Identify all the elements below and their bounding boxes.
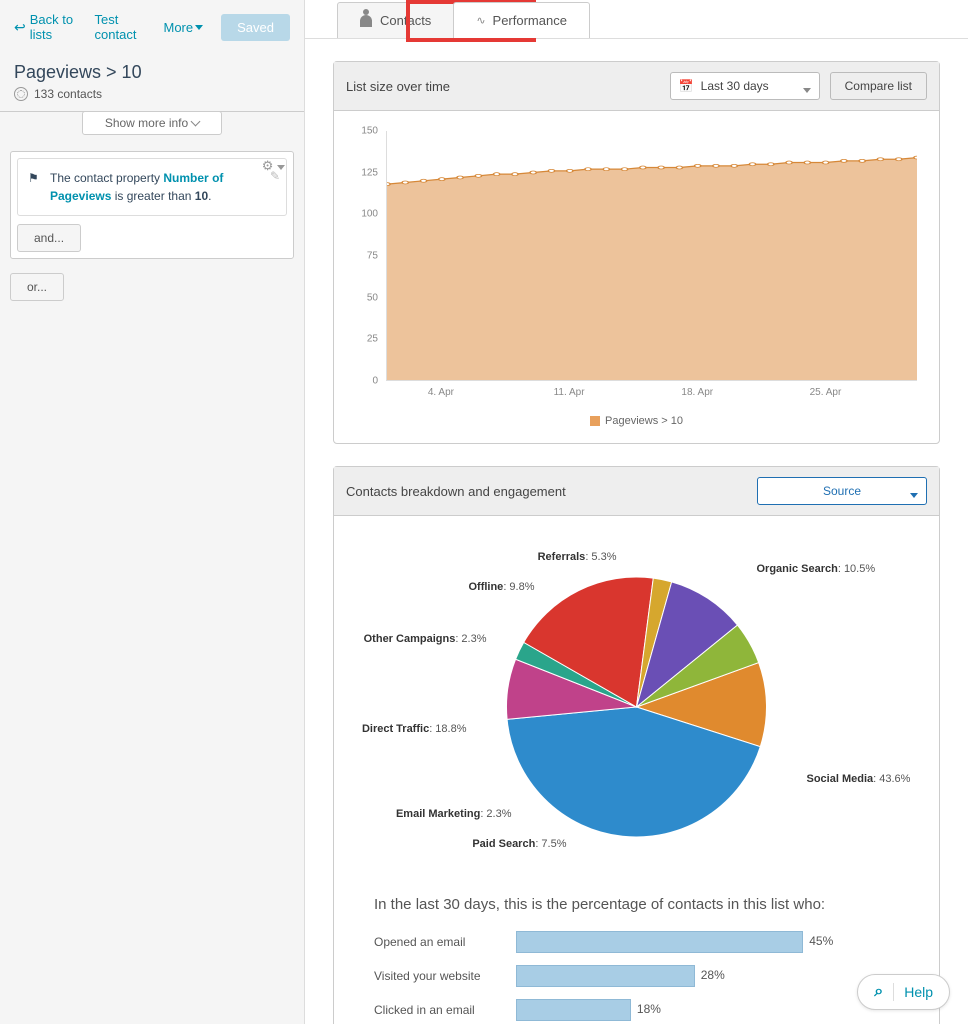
svg-text:Offline: 9.8%: Offline: 9.8% bbox=[468, 581, 534, 593]
pie-chart: Social Media: 43.6% Organic Search: 10.5%… bbox=[334, 516, 939, 878]
filter-rule[interactable]: ✎ ⚑ The contact property Number of Pagev… bbox=[17, 158, 287, 216]
engagement-label: Visited your website bbox=[374, 969, 504, 983]
panel-breakdown: Contacts breakdown and engagement Source… bbox=[333, 466, 940, 1024]
caret-down-icon bbox=[803, 82, 811, 96]
and-button[interactable]: and... bbox=[17, 224, 81, 252]
engagement-row: Clicked in an email 18% bbox=[334, 993, 939, 1024]
tab-performance[interactable]: ∿ Performance bbox=[453, 2, 590, 38]
chevron-down-icon bbox=[191, 117, 201, 127]
tabs-row: Contacts ∿ Performance bbox=[305, 0, 968, 39]
pulse-icon: ∿ bbox=[476, 14, 484, 27]
svg-text:Organic Search: 10.5%: Organic Search: 10.5% bbox=[757, 563, 876, 575]
compare-list-button[interactable]: Compare list bbox=[830, 72, 927, 100]
show-more-button[interactable]: Show more info bbox=[82, 111, 222, 135]
svg-text:Referrals: 5.3%: Referrals: 5.3% bbox=[538, 551, 617, 563]
engagement-bar bbox=[516, 931, 803, 953]
engagement-row: Visited your website 28% bbox=[334, 959, 939, 993]
panel-list-size: List size over time 📅 Last 30 days Compa… bbox=[333, 61, 940, 444]
legend-swatch bbox=[590, 416, 600, 426]
svg-text:Other Campaigns: 2.3%: Other Campaigns: 2.3% bbox=[364, 633, 487, 645]
engagement-label: Opened an email bbox=[374, 935, 504, 949]
svg-text:Paid Search: 7.5%: Paid Search: 7.5% bbox=[472, 838, 566, 850]
tab-contacts[interactable]: Contacts bbox=[337, 2, 454, 38]
engagement-row: Opened an email 45% bbox=[334, 925, 939, 959]
person-icon bbox=[360, 15, 372, 27]
area-chart: 0255075100125150 4. Apr11. Apr18. Apr25.… bbox=[352, 127, 921, 407]
list-title: Pageviews > 10 bbox=[0, 54, 304, 87]
engagement-bar bbox=[516, 999, 631, 1021]
test-contact-link[interactable]: Test contact bbox=[95, 12, 146, 42]
saved-button: Saved bbox=[221, 14, 290, 41]
left-sidebar: ↩ Back to lists Test contact More Saved … bbox=[0, 0, 305, 1024]
svg-text:Email Marketing: 2.3%: Email Marketing: 2.3% bbox=[396, 808, 512, 820]
source-dropdown[interactable]: Source bbox=[757, 477, 927, 505]
atom-icon bbox=[14, 87, 28, 101]
date-range-dropdown[interactable]: 📅 Last 30 days bbox=[670, 72, 820, 100]
help-label: Help bbox=[904, 984, 933, 1000]
chart-legend: Pageviews > 10 bbox=[352, 407, 921, 431]
caret-down-icon bbox=[195, 25, 203, 30]
contacts-count: 133 contacts bbox=[0, 87, 304, 111]
engagement-label: Clicked in an email bbox=[374, 1003, 504, 1017]
more-dropdown[interactable]: More bbox=[164, 20, 204, 35]
caret-down-icon bbox=[910, 487, 918, 501]
filter-card: ⚙ ✎ ⚑ The contact property Number of Pag… bbox=[10, 151, 294, 259]
engagement-value: 28% bbox=[701, 968, 725, 982]
or-button[interactable]: or... bbox=[10, 273, 64, 301]
pencil-icon[interactable]: ✎ bbox=[270, 167, 280, 185]
svg-text:Direct Traffic: 18.8%: Direct Traffic: 18.8% bbox=[362, 723, 467, 735]
engagement-bar bbox=[516, 965, 695, 987]
svg-text:Social Media: 43.6%: Social Media: 43.6% bbox=[807, 773, 911, 785]
back-arrow-icon: ↩ bbox=[14, 19, 26, 36]
calendar-icon: 📅 bbox=[679, 79, 694, 93]
engagement-title: In the last 30 days, this is the percent… bbox=[334, 878, 939, 925]
back-to-lists-link[interactable]: ↩ Back to lists bbox=[14, 12, 77, 42]
engagement-value: 45% bbox=[809, 934, 833, 948]
panel-title: List size over time bbox=[346, 79, 450, 94]
search-icon[interactable]: ⌕ bbox=[874, 983, 883, 1001]
main-content: Contacts ∿ Performance List size over ti… bbox=[305, 0, 968, 1024]
engagement-value: 18% bbox=[637, 1002, 661, 1016]
flag-icon: ⚑ bbox=[28, 169, 39, 187]
help-widget[interactable]: ⌕ Help bbox=[857, 974, 950, 1010]
panel-title: Contacts breakdown and engagement bbox=[346, 484, 566, 499]
